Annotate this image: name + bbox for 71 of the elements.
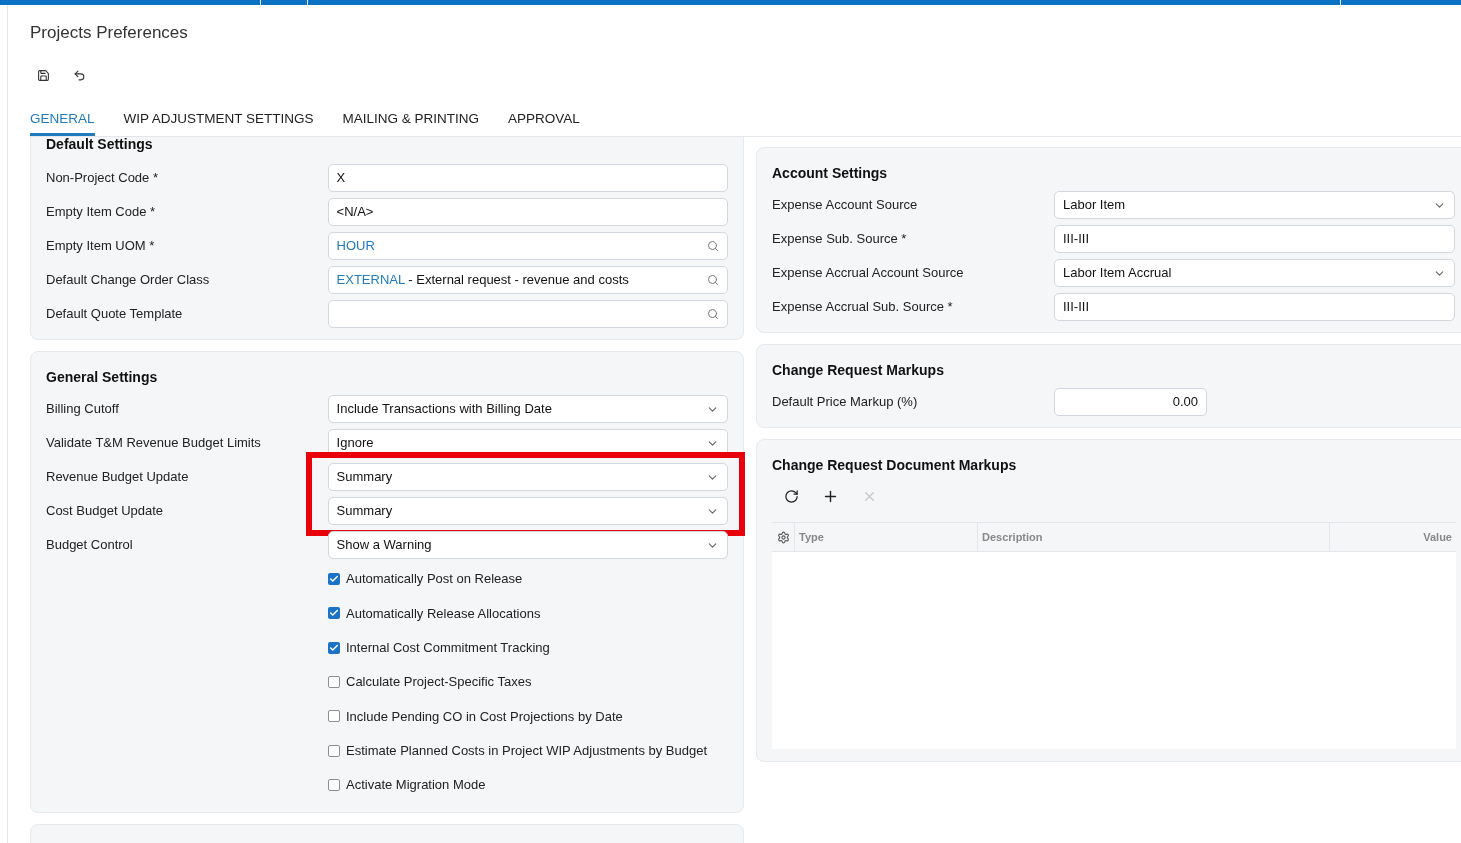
lookup-field[interactable]	[327, 300, 728, 328]
dropdown-field[interactable]: Summary	[327, 463, 728, 491]
field-label: Default Price Markup (%)	[772, 393, 919, 412]
field-label: Budget Control	[46, 536, 134, 555]
checkbox-label: Estimate Planned Costs in Project WIP Adjustments by Budget	[346, 741, 708, 760]
dropdown-value: Ignore	[336, 434, 374, 453]
check-icon	[329, 574, 339, 585]
dropdown-value: Summary	[336, 468, 393, 487]
dropdown-field[interactable]: Show a Warning	[327, 531, 728, 559]
checkbox[interactable]	[328, 676, 340, 689]
field-label: Default Quote Template	[46, 305, 184, 324]
field-label: Empty Item Code *	[46, 203, 157, 222]
checkbox[interactable]	[328, 573, 340, 586]
field-label: Expense Accrual Account Source	[772, 264, 965, 283]
checkbox[interactable]	[328, 710, 340, 723]
text-field[interactable]: X	[327, 164, 728, 192]
lookup-value: HOUR	[336, 237, 375, 256]
checkbox[interactable]	[328, 641, 340, 654]
checkbox-label: Include Pending CO in Cost Projections by Date	[346, 707, 623, 726]
checkbox[interactable]	[328, 607, 340, 620]
dropdown-value: Labor Item	[1063, 196, 1126, 215]
dropdown-field[interactable]: Include Transactions with Billing Date	[327, 395, 728, 423]
lookup-field[interactable]: EXTERNAL - External request - revenue and costs	[327, 266, 728, 294]
undo-icon	[72, 68, 86, 82]
dropdown-field[interactable]: Summary	[327, 497, 728, 525]
field-label: Expense Accrual Sub. Source *	[772, 298, 954, 317]
field-label: Validate T&M Revenue Budget Limits	[46, 434, 262, 453]
field-label: Non-Project Code *	[46, 169, 159, 188]
tab[interactable]: APPROVAL	[508, 109, 580, 136]
dropdown-field[interactable]: Labor Item	[1054, 191, 1455, 219]
search-icon	[707, 308, 719, 320]
dropdown-value: Show a Warning	[336, 536, 432, 555]
lookup-value: EXTERNAL - External request - revenue and costs	[336, 271, 629, 290]
tab[interactable]: MAILING & PRINTING	[342, 109, 480, 136]
checkbox-label: Calculate Project-Specific Taxes	[346, 673, 532, 692]
field-label: Expense Sub. Source *	[772, 230, 908, 249]
dropdown-value: Include Transactions with Billing Date	[336, 400, 552, 419]
field-label: Revenue Budget Update	[46, 468, 190, 487]
settings-icon[interactable]	[776, 530, 790, 544]
checkbox-label: Activate Migration Mode	[346, 776, 486, 795]
dropdown-value: Labor Item Accrual	[1063, 264, 1172, 283]
number-field[interactable]: 0.00	[1054, 388, 1207, 416]
text-field[interactable]: III-III	[1054, 293, 1455, 321]
check-icon	[329, 608, 339, 619]
checkbox[interactable]	[328, 778, 340, 791]
dropdown-value: Summary	[336, 502, 393, 521]
checkbox-label: Internal Cost Commitment Tracking	[346, 639, 550, 657]
field-label: Expense Account Source	[772, 196, 919, 215]
checkbox-label: Automatically Release Allocations	[346, 604, 541, 623]
refresh-icon	[784, 488, 799, 504]
save-icon	[36, 68, 50, 82]
section-title: Default Settings	[46, 137, 154, 151]
lookup-field[interactable]: HOUR	[327, 232, 728, 260]
dropdown-field[interactable]: Labor Item Accrual	[1054, 259, 1455, 287]
section-title: General Settings	[46, 367, 159, 387]
field-label: Billing Cutoff	[46, 400, 120, 419]
text-field[interactable]: III-III	[1054, 225, 1455, 253]
text-field[interactable]: <N/A>	[327, 198, 728, 226]
field-label: Empty Item UOM *	[46, 237, 156, 256]
checkbox[interactable]	[328, 744, 340, 757]
page-title: Projects Preferences	[30, 22, 189, 44]
field-label: Default Change Order Class	[46, 271, 211, 290]
checkbox-label: Automatically Post on Release	[346, 570, 523, 589]
search-icon	[707, 240, 719, 252]
section-title: Account Settings	[772, 163, 889, 183]
tab[interactable]: WIP ADJUSTMENT SETTINGS	[123, 109, 314, 136]
search-icon	[707, 274, 719, 286]
field-label: Cost Budget Update	[46, 502, 165, 521]
check-icon	[329, 642, 339, 653]
section-title: Change Request Markups	[772, 360, 945, 380]
section-title: Change Request Document Markups	[772, 455, 1018, 475]
